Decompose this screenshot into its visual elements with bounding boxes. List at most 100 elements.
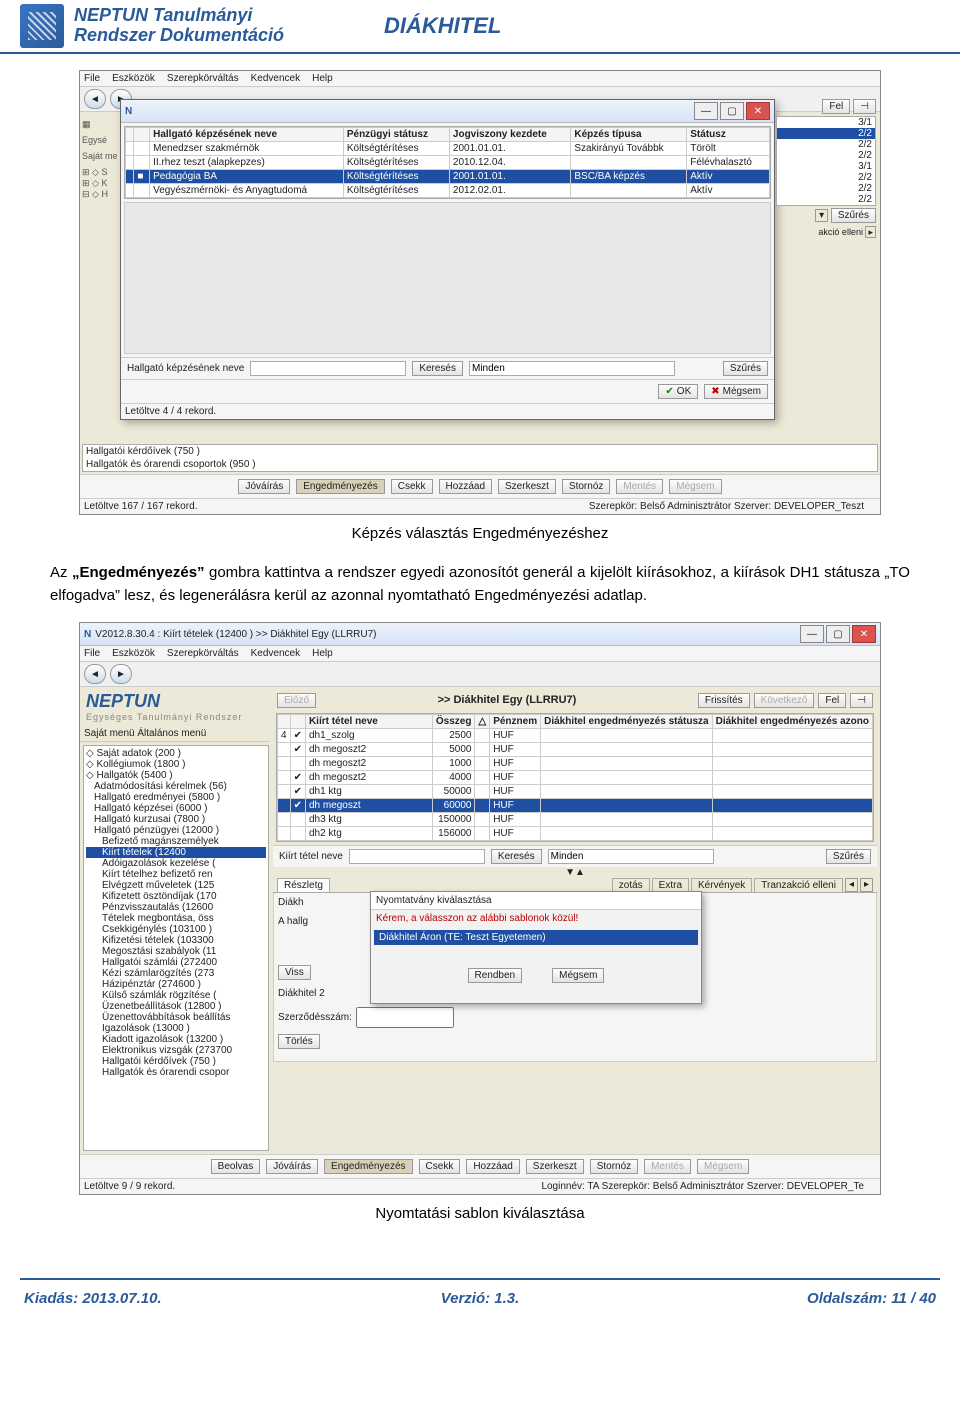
col-status[interactable]: Státusz <box>687 128 770 142</box>
tree-node[interactable]: Adóigazolások kezelése ( <box>86 858 266 869</box>
up-button[interactable]: Fel <box>822 99 850 114</box>
tree-node[interactable]: Elektronikus vizsgák (273700 <box>86 1045 266 1056</box>
close-button[interactable]: ✕ <box>852 625 876 643</box>
search-button[interactable]: Keresés <box>412 361 463 376</box>
ss2-tree[interactable]: ◇ Saját adatok (200 )◇ Kollégiumok (1800… <box>83 745 269 1151</box>
tree-node[interactable]: Kifizetési tételek (103300 <box>86 935 266 946</box>
pin-icon[interactable]: ⊣ <box>853 99 876 114</box>
table-row[interactable]: dh3 ktg150000HUF <box>278 813 873 827</box>
tree-node[interactable]: Üzenetbeállítások (12800 ) <box>86 1001 266 1012</box>
tree-node[interactable]: Külső számlák rögzítése ( <box>86 990 266 1001</box>
gcol0[interactable] <box>278 715 291 729</box>
table-row[interactable]: ✔dh megoszt24000HUF <box>278 771 873 785</box>
tab-extra[interactable]: Extra <box>652 878 689 892</box>
search-input[interactable] <box>250 361 406 376</box>
tree-node[interactable]: Adatmódosítási kérelmek (56) <box>86 781 266 792</box>
tree-node[interactable]: Hallgatói számlái (272400 <box>86 957 266 968</box>
menu-tools[interactable]: Eszközök <box>112 648 155 659</box>
list-row-1[interactable]: Hallgatók és órarendi csoportok (950 ) <box>83 458 877 471</box>
forward-icon[interactable]: ► <box>110 664 132 684</box>
tree-node[interactable]: Kiadott igazolások (13200 ) <box>86 1034 266 1045</box>
back-icon[interactable]: ◄ <box>84 664 106 684</box>
dialog-selected-item[interactable]: Diákhitel Áron (TE: Teszt Egyetemen) <box>374 930 698 945</box>
btn-stornoz[interactable]: Stornóz <box>590 1159 638 1174</box>
tree-node[interactable]: Hallgató képzései (6000 ) <box>86 803 266 814</box>
table-row[interactable]: ■Pedagógia BAKöltségtérítéses2001.01.01.… <box>126 170 770 184</box>
gcol5[interactable]: Pénznem <box>490 715 541 729</box>
gcol6[interactable]: Diákhitel engedményezés státusza <box>541 715 713 729</box>
maximize-button[interactable]: ▢ <box>720 102 744 120</box>
tree-node[interactable]: Igazolások (13000 ) <box>86 1023 266 1034</box>
tree-node[interactable]: Üzenettovábbítások beállítás <box>86 1012 266 1023</box>
pin-icon[interactable]: ⊣ <box>850 693 873 708</box>
menu-file[interactable]: File <box>84 73 100 84</box>
btn-jovairas[interactable]: Jóváírás <box>238 479 290 494</box>
minimize-button[interactable]: — <box>694 102 718 120</box>
btn-csekk[interactable]: Csekk <box>419 1159 461 1174</box>
tree-node[interactable]: Tételek megbontása, öss <box>86 913 266 924</box>
dropdown-icon[interactable]: ▾ <box>815 209 828 222</box>
gcol2[interactable]: Kiírt tétel neve <box>305 715 432 729</box>
up-button[interactable]: Fel <box>818 693 846 708</box>
btn-engedmenyezes[interactable]: Engedményezés <box>324 1159 413 1174</box>
list-row-0[interactable]: Hallgatói kérdőívek (750 ) <box>83 445 877 458</box>
btn-hozzaad[interactable]: Hozzáad <box>439 479 492 494</box>
tab-reszlet[interactable]: Részletg <box>277 878 330 892</box>
cancel-button[interactable]: Mégsem <box>704 384 768 399</box>
btn-hozzaad[interactable]: Hozzáad <box>466 1159 519 1174</box>
ok-button[interactable]: OK <box>658 384 698 399</box>
menu-file[interactable]: File <box>84 648 100 659</box>
table-row[interactable]: Menedzser szakmérnökKöltségtérítéses2001… <box>126 142 770 156</box>
col-fin[interactable]: Pénzügyi státusz <box>343 128 449 142</box>
tab-zotas[interactable]: zotás <box>612 878 650 892</box>
menu-fav[interactable]: Kedvencek <box>251 73 300 84</box>
szures-side-button[interactable]: Szűrés <box>831 208 876 223</box>
tree-node[interactable]: ◇ Kollégiumok (1800 ) <box>86 759 266 770</box>
tree-node[interactable]: Csekkigénylés (103100 ) <box>86 924 266 935</box>
table-row[interactable]: dh2 ktg156000HUF <box>278 827 873 841</box>
tree-node[interactable]: Hallgató pénzügyei (12000 ) <box>86 825 266 836</box>
tree-node[interactable]: Hallgatók és órarendi csopor <box>86 1067 266 1078</box>
tree-node[interactable]: Hallgató kurzusai (7800 ) <box>86 814 266 825</box>
tree-node[interactable]: Befizető magánszemélyek <box>86 836 266 847</box>
btn-beolvas[interactable]: Beolvas <box>211 1159 261 1174</box>
tree-node[interactable]: Kifizetett ösztöndíjak (170 <box>86 891 266 902</box>
ss1-grid[interactable]: Hallgató képzésének neve Pénzügyi státus… <box>124 126 771 199</box>
gcol4[interactable]: △ <box>475 715 490 729</box>
btn-engedmenyezes[interactable]: Engedményezés <box>296 479 385 494</box>
menu-help[interactable]: Help <box>312 73 333 84</box>
gcol7[interactable]: Diákhitel engedményezés azono <box>712 715 872 729</box>
table-row[interactable]: ✔dh megoszt25000HUF <box>278 743 873 757</box>
tab-tranz[interactable]: Tranzakció elleni <box>754 878 843 892</box>
menu-role[interactable]: Szerepkörváltás <box>167 73 239 84</box>
tree-node[interactable]: Hallgató eredményei (5800 ) <box>86 792 266 803</box>
btn-torles[interactable]: Törlés <box>278 1034 320 1049</box>
search-input[interactable] <box>349 849 485 864</box>
table-row[interactable]: Vegyészmérnöki- és AnyagtudomáKöltségtér… <box>126 184 770 198</box>
col-check1[interactable] <box>126 128 134 142</box>
table-row[interactable]: ✔dh1 ktg50000HUF <box>278 785 873 799</box>
filter-button[interactable]: Szűrés <box>723 361 768 376</box>
table-row[interactable]: II.rhez teszt (alapkepzes)Költségtérítés… <box>126 156 770 170</box>
table-row[interactable]: ✔dh megoszt60000HUF <box>278 799 873 813</box>
tree-node[interactable]: ◇ Hallgatók (5400 ) <box>86 770 266 781</box>
tree-node[interactable]: ◇ Saját adatok (200 ) <box>86 748 266 759</box>
filter-button[interactable]: Szűrés <box>826 849 871 864</box>
tree-node[interactable]: Megosztási szabályok (11 <box>86 946 266 957</box>
search-button[interactable]: Keresés <box>491 849 542 864</box>
dialog-cancel-button[interactable]: Mégsem <box>552 968 604 983</box>
search-filter-input[interactable] <box>548 849 714 864</box>
tree-node[interactable]: Házipénztár (274600 ) <box>86 979 266 990</box>
search-filter-input[interactable] <box>469 361 675 376</box>
gcol3[interactable]: Összeg <box>432 715 475 729</box>
tree-node[interactable]: Kézi számlarögzítés (273 <box>86 968 266 979</box>
col-start[interactable]: Jogviszony kezdete <box>449 128 570 142</box>
btn-viss[interactable]: Viss <box>278 965 311 980</box>
tree-node[interactable]: Pénzvisszautalás (12600 <box>86 902 266 913</box>
col-name[interactable]: Hallgató képzésének neve <box>150 128 344 142</box>
btn-szerkeszt[interactable]: Szerkeszt <box>498 479 556 494</box>
col-type[interactable]: Képzés típusa <box>571 128 687 142</box>
col-check2[interactable] <box>134 128 150 142</box>
table-row[interactable]: dh megoszt21000HUF <box>278 757 873 771</box>
gcol1[interactable] <box>290 715 305 729</box>
